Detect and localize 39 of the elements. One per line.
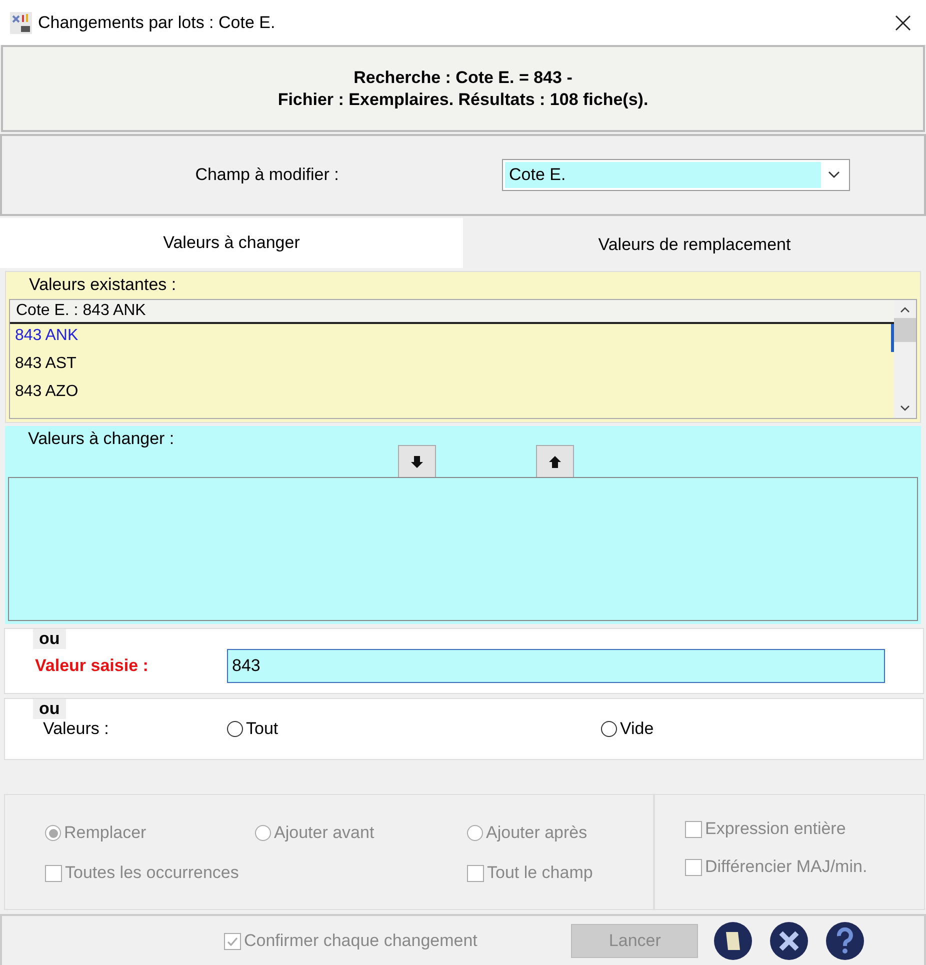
group-title: Valeurs à changer : [27,428,176,450]
scrollbar-thumb[interactable] [894,318,916,342]
radio-button[interactable] [227,721,243,737]
window-title: Changements par lots : Cote E. [38,12,276,32]
field-dropdown[interactable]: Cote E. [502,159,850,191]
option-label: Différencier MAJ/min. [705,857,868,877]
option-label: Toutes les occurrences [65,863,239,883]
up-arrow-icon [549,456,561,468]
or-label: ou [33,629,66,649]
file-summary: Fichier : Exemplaires. Résultats : 108 fiche(s). [278,90,648,110]
or-label: ou [33,699,66,719]
option-label: Ajouter après [486,823,588,843]
option-label: Tout [246,719,278,739]
down-arrow-icon [411,456,423,468]
radio-button[interactable] [601,721,617,737]
option-label: Ajouter avant [274,823,374,843]
close-icon[interactable] [894,14,912,32]
list-item[interactable]: 843 AZO [10,380,894,408]
help-icon[interactable] [824,920,866,962]
list-item[interactable]: 843 AST [10,352,894,380]
option-label: Remplacer [64,823,146,843]
search-summary: Recherche : Cote E. = 843 - [354,68,572,88]
checkmark-icon [226,934,239,948]
tab[interactable]: Valeurs à changer [0,218,463,268]
column-header: Cote E. : 843 ANK [10,300,894,324]
field-label: Champ à modifier : [194,165,340,185]
value-input[interactable]: 843 [227,649,885,683]
option-label: Tout le champ [487,863,593,883]
close-icon[interactable] [768,920,810,962]
entered-value-label: Valeur saisie : [35,656,150,676]
option-label: Confirmer chaque changement [244,931,478,951]
app-icon [10,12,32,34]
option-label: Vide [620,719,654,739]
scrollbar[interactable] [894,300,916,418]
move-up-button[interactable] [536,445,574,479]
values-label: Valeurs : [43,719,110,739]
option-label: Expression entière [705,819,846,839]
move-down-button[interactable] [398,445,436,479]
group-title: Valeurs existantes : [28,274,178,296]
